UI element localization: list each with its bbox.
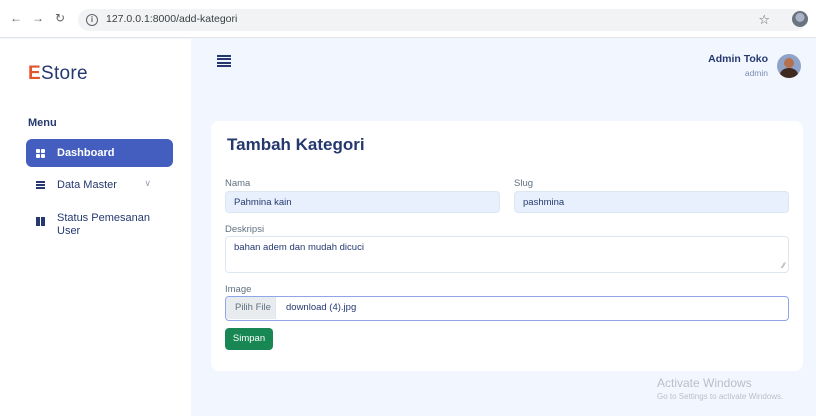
menu-title: Menu <box>28 117 57 129</box>
user-role: admin <box>744 68 768 78</box>
chevron-down-icon[interactable]: ∨ <box>144 178 151 189</box>
resize-handle-icon[interactable]: ∕∕ <box>782 261 785 270</box>
address-bar[interactable]: i 127.0.0.1:8000/add-kategori ☆ <box>78 9 806 31</box>
deskripsi-textarea[interactable]: bahan adem dan mudah dicuci ∕∕ <box>225 236 789 273</box>
forward-arrow-icon[interactable]: → <box>30 10 46 26</box>
sidebar: EStore Menu Dashboard Data Master ∨ Stat… <box>0 39 191 416</box>
browser-toolbar: ← → ↻ i 127.0.0.1:8000/add-kategori ☆ <box>0 0 816 38</box>
brand-logo[interactable]: EStore <box>28 63 88 85</box>
sidebar-item-status-pemesanan[interactable]: Status Pemesanan User <box>26 212 173 242</box>
sidebar-item-data-master[interactable]: Data Master ∨ <box>26 173 173 197</box>
image-file-input[interactable]: Pilih File download (4).jpg <box>225 296 789 321</box>
save-button[interactable]: Simpan <box>225 328 273 350</box>
user-name: Admin Toko <box>708 53 768 65</box>
selected-file-name: download (4).jpg <box>286 302 357 313</box>
deskripsi-value: bahan adem dan mudah dicuci <box>234 242 364 253</box>
brand-letter-e: E <box>28 63 41 84</box>
back-arrow-icon[interactable]: ← <box>8 10 24 26</box>
site-info-icon[interactable]: i <box>86 14 98 26</box>
nama-label: Nama <box>225 178 251 189</box>
browser-profile-icon[interactable] <box>792 11 808 27</box>
deskripsi-label: Deskripsi <box>225 224 265 235</box>
stack-icon <box>36 181 45 189</box>
hamburger-menu-icon[interactable] <box>217 55 231 67</box>
page-title: Tambah Kategori <box>227 135 365 154</box>
activation-watermark-subtitle: Go to Settings to activate Windows. <box>657 392 784 401</box>
slug-input[interactable]: pashmina <box>514 191 789 213</box>
sidebar-item-label: Status Pemesanan <box>57 212 150 224</box>
avatar[interactable] <box>777 54 801 78</box>
slug-label: Slug <box>514 178 534 189</box>
sidebar-item-dashboard[interactable]: Dashboard <box>26 139 173 167</box>
choose-file-button[interactable]: Pilih File <box>226 297 276 319</box>
sidebar-item-label-line2: User <box>57 225 81 237</box>
sidebar-item-label: Dashboard <box>57 147 115 159</box>
bookmark-star-icon[interactable]: ☆ <box>758 12 770 28</box>
sidebar-item-label: Data Master <box>57 179 117 191</box>
image-label: Image <box>225 284 252 295</box>
brand-text: Store <box>40 63 88 84</box>
activation-watermark-title: Activate Windows <box>657 376 752 390</box>
url-text[interactable]: 127.0.0.1:8000/add-kategori <box>106 13 237 25</box>
add-category-card: Tambah Kategori Nama Pahmina kain Slug p… <box>211 121 803 371</box>
grid-icon <box>36 148 45 158</box>
nama-input[interactable]: Pahmina kain <box>225 191 500 213</box>
reload-icon[interactable]: ↻ <box>52 10 68 26</box>
layout-icon <box>36 217 45 226</box>
